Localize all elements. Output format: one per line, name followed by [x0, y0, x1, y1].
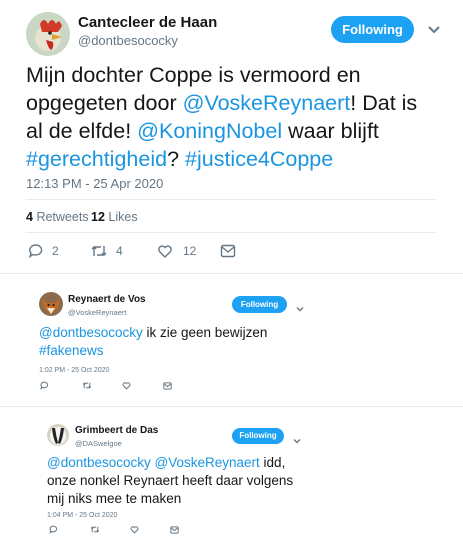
retweet-icon [90, 525, 100, 534]
author-handle[interactable]: @DASwelgoe [75, 439, 122, 448]
message-icon [220, 244, 236, 258]
retweet-icon [90, 243, 108, 259]
tweet-timestamp[interactable]: 1:04 PM - 25 Oct 2020 [47, 512, 117, 519]
reply-count: 2 [52, 244, 59, 258]
retweet-icon [82, 381, 92, 390]
message-icon [170, 526, 179, 534]
reply-action[interactable] [49, 525, 58, 534]
mention-link[interactable]: @VoskeReynaert [183, 91, 351, 115]
message-action[interactable] [220, 244, 236, 258]
fox-avatar[interactable] [39, 292, 63, 316]
badger-avatar[interactable] [47, 424, 69, 446]
chevron-down-icon[interactable] [428, 22, 440, 40]
mention-link[interactable]: @dontbesococky [47, 455, 151, 470]
following-button[interactable]: Following [232, 428, 284, 444]
tweet-text: @dontbesococky @VoskeReynaert idd, onze … [47, 454, 299, 508]
reply-icon [49, 525, 58, 534]
mention-link[interactable]: @KoningNobel [137, 119, 282, 143]
hashtag-link[interactable]: #gerechtigheid [26, 147, 167, 171]
message-icon [163, 382, 172, 390]
text-segment: waar blijft [282, 119, 379, 143]
retweet-action[interactable] [82, 381, 92, 390]
tweet-timestamp[interactable]: 1:02 PM - 25 Oct 2020 [39, 367, 109, 374]
retweet-action[interactable]: 4 [90, 243, 123, 259]
like-icon [130, 525, 139, 534]
retweets-count: 4 [26, 210, 33, 224]
message-action[interactable] [163, 382, 172, 390]
retweet-count: 4 [116, 244, 123, 258]
chevron-down-icon[interactable] [296, 300, 304, 318]
retweets-stat[interactable]: 4 Retweets [26, 210, 89, 224]
hashtag-link[interactable]: #justice4Coppe [185, 147, 333, 171]
hashtag-link[interactable]: #fakenews [39, 343, 104, 358]
author-name[interactable]: Cantecleer de Haan [78, 14, 217, 31]
likes-label: Likes [108, 210, 138, 224]
like-action[interactable]: 12 [157, 243, 196, 259]
author-name[interactable]: Reynaert de Vos [68, 294, 146, 305]
reply-action[interactable] [40, 381, 49, 390]
tweet-text: Mijn dochter Coppe is vermoord en opgege… [26, 61, 436, 173]
like-action[interactable] [122, 381, 131, 390]
reply-icon [28, 243, 44, 259]
mention-link[interactable]: @VoskeReynaert [155, 455, 260, 470]
author-name[interactable]: Grimbeert de Das [75, 425, 158, 436]
likes-count: 12 [91, 210, 105, 224]
likes-stat[interactable]: 12 Likes [91, 210, 138, 224]
like-icon [122, 381, 131, 390]
message-action[interactable] [170, 526, 179, 534]
following-button[interactable]: Following [232, 296, 287, 313]
like-count: 12 [183, 244, 197, 258]
tweet-timestamp[interactable]: 12:13 PM - 25 Apr 2020 [26, 176, 163, 191]
like-action[interactable] [130, 525, 139, 534]
tweet-text: @dontbesococky ik zie geen bewijzen #fak… [39, 324, 299, 360]
author-handle[interactable]: @dontbesococky [78, 33, 178, 48]
text-segment: ? [167, 147, 185, 171]
retweets-label: Retweets [36, 210, 89, 224]
text-segment: ik zie geen bewijzen [142, 325, 268, 340]
reply-icon [40, 381, 49, 390]
retweet-action[interactable] [90, 525, 100, 534]
reply-action[interactable]: 2 [28, 243, 59, 259]
following-button[interactable]: Following [331, 16, 414, 43]
chevron-down-icon[interactable] [293, 432, 301, 450]
author-handle[interactable]: @VoskeReynaert [68, 308, 126, 317]
mention-link[interactable]: @dontbesococky [39, 325, 143, 340]
rooster-avatar[interactable] [26, 12, 70, 56]
like-icon [157, 243, 173, 259]
